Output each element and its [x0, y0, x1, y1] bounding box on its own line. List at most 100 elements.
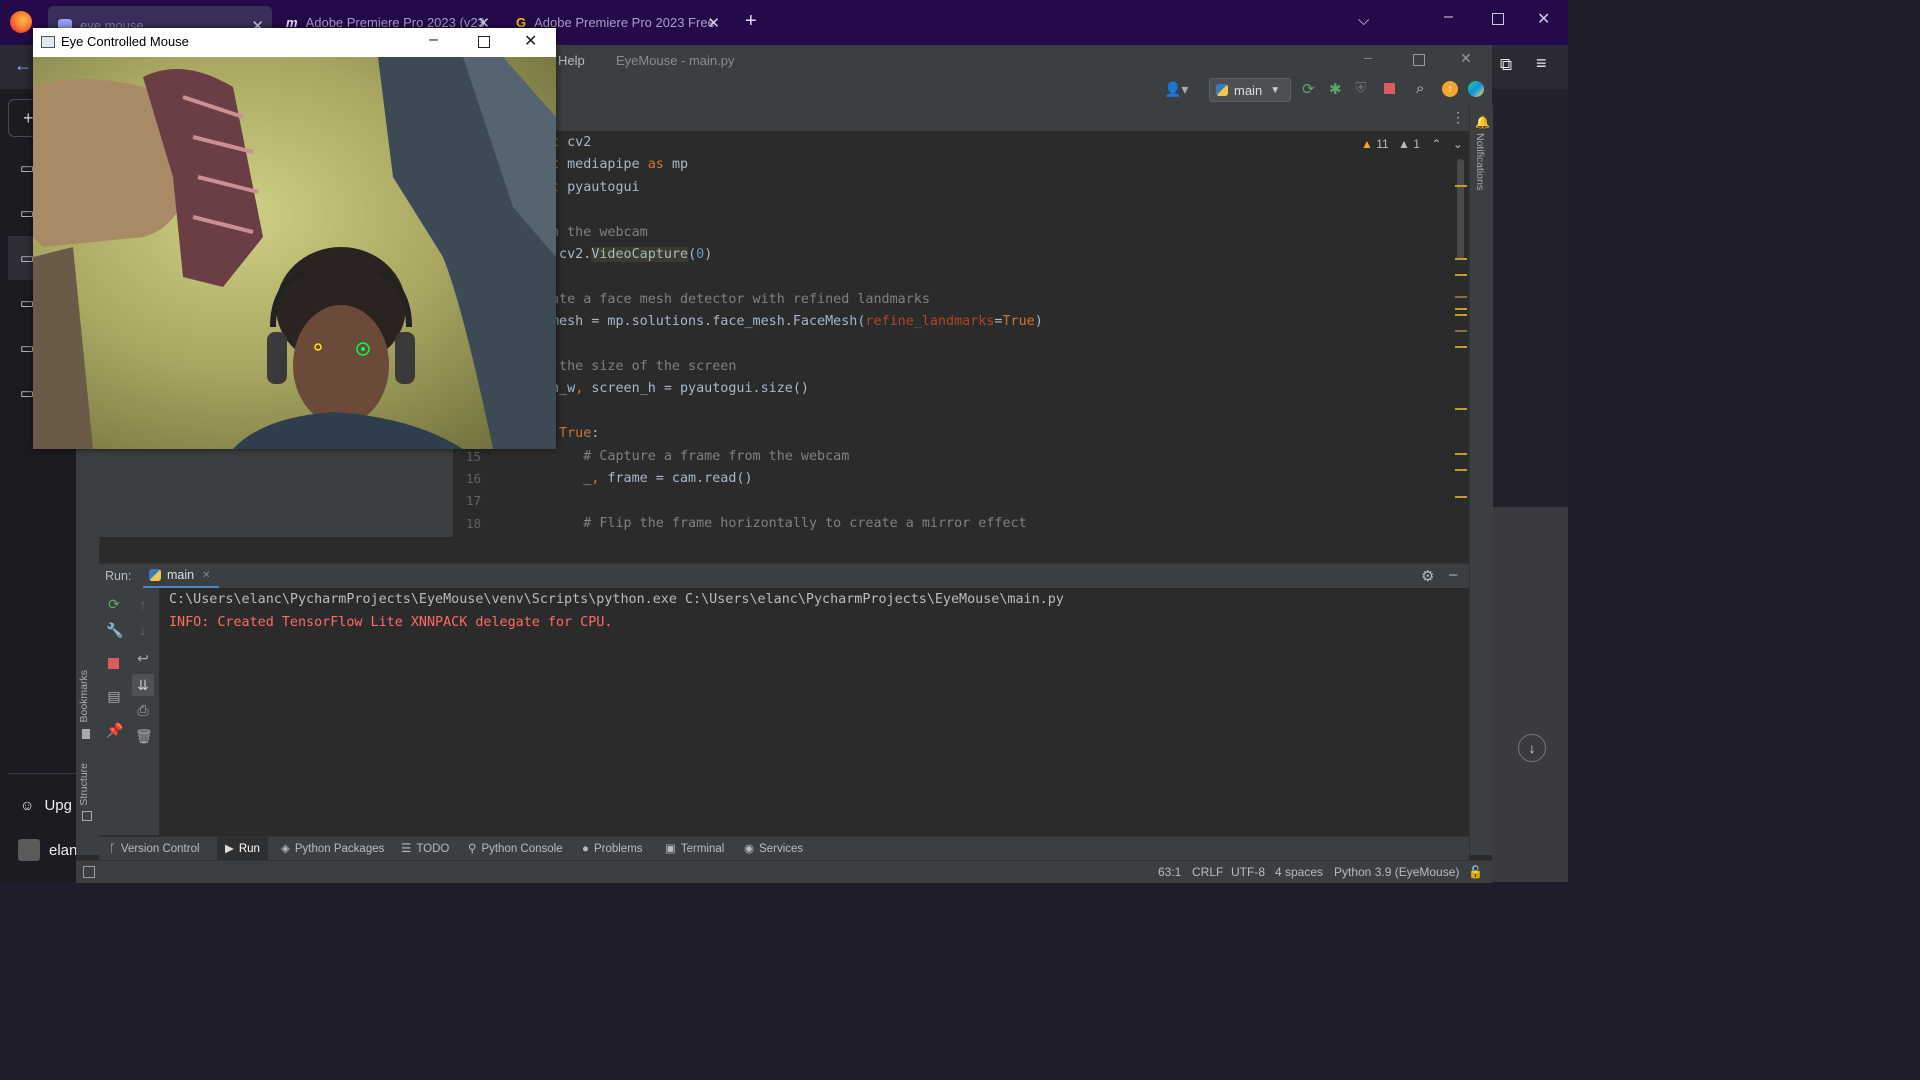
cam-window-title-bar[interactable]: Eye Controlled Mouse – ✕ — [33, 28, 556, 57]
tab-python-console[interactable]: ⚲ Python Console — [468, 837, 563, 861]
error-stripe-mark[interactable] — [1455, 469, 1467, 471]
pycharm-close-icon[interactable]: ✕ — [1460, 50, 1472, 67]
rerun-icon[interactable]: ⟳ — [106, 596, 122, 612]
user-name-label: elan — [49, 841, 78, 859]
lock-icon[interactable]: 🔓 — [1468, 865, 1483, 879]
run-tab-main[interactable]: main ✕ — [143, 564, 219, 589]
error-stripe-mark[interactable] — [1455, 453, 1467, 455]
tab-terminal[interactable]: ▣ Terminal — [665, 837, 724, 861]
line-ending[interactable]: CRLF — [1192, 861, 1223, 883]
code-token: ate a face mesh detector with refined la… — [551, 291, 930, 307]
down-arrow-icon[interactable]: ↓ — [135, 622, 151, 638]
error-stripe-mark[interactable] — [1455, 185, 1467, 187]
code-line[interactable]: t mediapipe as mp — [551, 154, 688, 176]
structure-tool[interactable]: Structure — [78, 763, 90, 806]
cam-maximize-icon[interactable] — [478, 36, 490, 48]
code-line[interactable]: # Capture a frame from the webcam — [551, 446, 849, 468]
tab-problems[interactable]: ● Problems — [582, 837, 643, 861]
error-stripe-mark[interactable] — [1455, 496, 1467, 498]
account-item[interactable]: elan — [18, 839, 77, 861]
jetbrains-logo-icon[interactable] — [1468, 81, 1484, 97]
python-interpreter[interactable]: Python 3.9 (EyeMouse) — [1334, 861, 1459, 883]
tab-services[interactable]: ◉ Services — [744, 837, 803, 861]
print-icon[interactable]: ⎙ — [135, 702, 151, 718]
error-stripe-mark[interactable] — [1455, 308, 1467, 310]
code-line[interactable]: # Flip the frame horizontally to create … — [551, 513, 1026, 535]
code-line[interactable]: cv2.VideoCapture(0) — [551, 244, 712, 266]
code-line[interactable]: n_w, screen_h = pyautogui.size() — [551, 378, 809, 400]
line-number: 16 — [465, 471, 481, 486]
firefox-logo-icon[interactable] — [10, 11, 32, 33]
tab-label: Run — [238, 843, 260, 855]
stop-icon[interactable] — [108, 658, 119, 669]
debug-bug-icon[interactable]: ✱ — [1329, 80, 1342, 98]
rerun-icon[interactable]: ⟳ — [1302, 80, 1315, 98]
code-line[interactable]: t pyautogui — [551, 177, 640, 199]
error-stripe-mark[interactable] — [1455, 296, 1467, 298]
extensions-icon[interactable]: ⧉ — [1500, 55, 1512, 75]
cam-minimize-icon[interactable]: – — [429, 31, 438, 49]
error-stripe-mark[interactable] — [1455, 330, 1467, 332]
layout-icon[interactable]: ▤ — [106, 688, 122, 704]
wrench-icon[interactable]: 🔧 — [106, 622, 123, 638]
settings-gear-icon[interactable]: ⚙ — [1421, 567, 1434, 585]
file-encoding[interactable]: UTF-8 — [1231, 861, 1265, 883]
window-restore-icon[interactable] — [1492, 13, 1504, 25]
notifications-bell-icon[interactable]: 🔔 — [1475, 115, 1490, 129]
pycharm-minimize-icon[interactable]: – — [1364, 49, 1372, 65]
code-token: mesh = mp.solutions.face_mesh.FaceMesh( — [551, 314, 866, 330]
cam-close-icon[interactable]: ✕ — [524, 31, 537, 51]
pin-icon[interactable]: 📌 — [106, 722, 123, 738]
scroll-to-end-icon[interactable]: ⇊ — [132, 674, 154, 696]
code-line[interactable]: t cv2 — [551, 132, 591, 154]
coverage-icon[interactable]: ⛨ — [1355, 80, 1366, 97]
code-line[interactable]: ate a face mesh detector with refined la… — [551, 289, 930, 311]
close-run-tab-icon[interactable]: ✕ — [202, 570, 210, 581]
more-options-icon[interactable]: ⋮ — [1451, 109, 1465, 126]
code-line[interactable]: _, frame = cam.read() — [551, 468, 752, 490]
trash-icon[interactable]: 🗑 — [135, 728, 153, 744]
tab-version-control[interactable]: ᚴ Version Control — [109, 837, 200, 861]
pycharm-maximize-icon[interactable] — [1413, 54, 1425, 66]
code-editor[interactable]: t cv2 t mediapipe as mp t pyautogui n the w… — [453, 131, 1469, 537]
prev-highlight-icon[interactable]: ⌃ — [1431, 137, 1441, 151]
menu-help[interactable]: Help — [558, 53, 585, 68]
update-icon[interactable]: ↑ — [1442, 81, 1458, 97]
error-stripe-mark[interactable] — [1455, 346, 1467, 348]
code-line[interactable]: True: — [551, 423, 599, 445]
back-arrow-icon[interactable]: ← — [14, 55, 32, 76]
upgrade-item[interactable]: ☺ Upg — [20, 797, 72, 814]
tab-python-packages[interactable]: ◈ Python Packages — [281, 837, 384, 861]
up-arrow-icon[interactable]: ↑ — [135, 596, 151, 612]
menu-hamburger-icon[interactable]: ≡ — [1536, 53, 1547, 74]
run-config-selector[interactable]: main ▼ — [1209, 78, 1291, 102]
code-line[interactable]: mesh = mp.solutions.face_mesh.FaceMesh(r… — [551, 311, 1043, 333]
error-stripe-mark[interactable] — [1455, 258, 1467, 260]
toggle-tool-windows-icon[interactable] — [83, 866, 95, 878]
code-line[interactable]: the size of the screen — [551, 356, 736, 378]
new-tab-icon[interactable]: + — [745, 10, 757, 33]
window-minimize-icon[interactable]: – — [1444, 8, 1453, 26]
tab-run[interactable]: ▶ Run — [217, 837, 268, 861]
notifications-tool[interactable]: Notifications — [1474, 133, 1486, 190]
close-tab-icon[interactable]: ✕ — [707, 14, 720, 32]
user-accounts-icon[interactable]: 👤▾ — [1164, 81, 1188, 98]
indent-setting[interactable]: 4 spaces — [1275, 861, 1323, 883]
bookmarks-tool[interactable]: Bookmarks — [78, 670, 90, 723]
window-close-icon[interactable]: ✕ — [1537, 9, 1550, 29]
list-tabs-chevron-icon[interactable]: ⌵ — [1358, 12, 1369, 29]
soft-wrap-icon[interactable]: ↩ — [135, 650, 151, 666]
stop-icon[interactable] — [1384, 83, 1395, 94]
run-console[interactable]: C:\Users\elanc\PycharmProjects\EyeMouse\… — [159, 588, 1469, 835]
code-line[interactable]: n the webcam — [551, 222, 648, 244]
inspection-widget[interactable]: ▲ 11 ▲ 1 ⌃ ⌄ — [1361, 137, 1463, 151]
error-stripe-mark[interactable] — [1455, 274, 1467, 276]
hide-panel-icon[interactable]: – — [1449, 566, 1457, 583]
tab-todo[interactable]: ☰ TODO — [401, 837, 449, 861]
search-icon[interactable]: ⌕ — [1416, 80, 1424, 97]
code-token: , — [575, 381, 592, 397]
caret-position[interactable]: 63:1 — [1158, 861, 1181, 883]
error-stripe-mark[interactable] — [1455, 314, 1467, 316]
error-stripe-mark[interactable] — [1455, 408, 1467, 410]
scroll-down-button[interactable]: ↓ — [1518, 734, 1546, 762]
